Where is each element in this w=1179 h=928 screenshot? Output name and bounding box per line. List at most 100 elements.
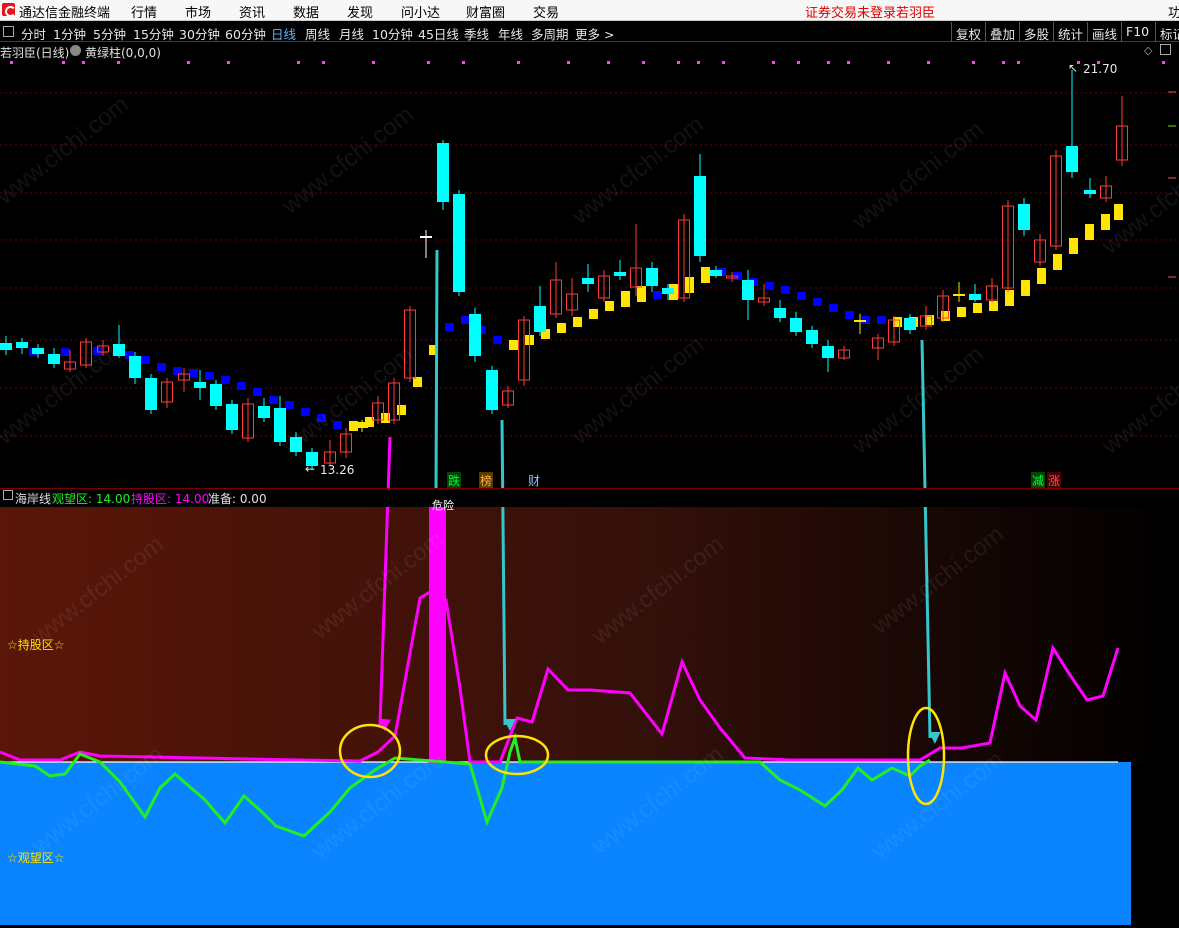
ma-bar xyxy=(205,372,214,380)
signal-dot xyxy=(427,61,430,64)
candle-body xyxy=(210,384,222,406)
candle-body xyxy=(1084,190,1096,194)
candle-body xyxy=(0,343,12,350)
ma-bar xyxy=(1114,204,1123,220)
candle-body xyxy=(694,176,706,256)
low-marker-arrow-icon: ← xyxy=(305,462,316,476)
ma-bar xyxy=(237,382,246,390)
candle-body xyxy=(774,308,786,318)
ma-bar xyxy=(1021,280,1030,296)
indicator-label[interactable]: 黄绿柱(0,0,0) xyxy=(85,44,161,61)
candle-body xyxy=(194,382,206,388)
svg-text:www.cfchi.com: www.cfchi.com xyxy=(846,116,988,236)
indicator-name[interactable]: 海岸线 xyxy=(15,490,51,507)
candle-body xyxy=(1066,146,1078,172)
candle-body xyxy=(32,348,44,354)
event-tag-fall[interactable]: 跌 xyxy=(447,472,462,489)
svg-text:www.cfchi.com: www.cfchi.com xyxy=(566,331,708,451)
ma-bar xyxy=(845,311,854,319)
moving-average-bars xyxy=(29,204,1123,431)
signal-dot xyxy=(1002,61,1005,64)
ma-bar xyxy=(621,291,630,307)
danger-label: 危险 xyxy=(432,499,454,512)
candle-body xyxy=(16,342,28,348)
ma-bar xyxy=(285,401,294,409)
candle-body xyxy=(582,278,594,284)
signal-dot xyxy=(462,61,465,64)
signal-dot xyxy=(187,61,190,64)
ma-bar xyxy=(61,348,70,356)
signal-dot xyxy=(82,61,85,64)
signal-dot xyxy=(567,61,570,64)
event-tag-reduce[interactable]: 减 xyxy=(1031,472,1046,489)
candle-body xyxy=(710,270,722,276)
signal-dot xyxy=(772,61,775,64)
signal-dot xyxy=(677,61,680,64)
signal-dot xyxy=(827,61,830,64)
ma-bar xyxy=(557,323,566,333)
ma-bar xyxy=(1069,238,1078,254)
signal-dot xyxy=(847,61,850,64)
panel-toggle-icon[interactable] xyxy=(1160,44,1171,55)
ma-bar xyxy=(781,286,790,294)
svg-text:www.cfchi.com: www.cfchi.com xyxy=(1096,141,1179,261)
signal-dot xyxy=(1162,61,1165,64)
indicator-panel-icon[interactable] xyxy=(3,490,13,500)
svg-text:www.cfchi.com: www.cfchi.com xyxy=(0,91,134,211)
high-price-label: 21.70 xyxy=(1083,62,1118,76)
trading-terminal-window: 通达信金融终端 行情 市场 资讯 数据 发现 问小达 财富圈 交易 证券交易未登… xyxy=(0,0,1179,928)
ma-bar xyxy=(829,304,838,312)
svg-text:www.cfchi.com: www.cfchi.com xyxy=(566,111,708,231)
diamond-icon[interactable]: ◇ xyxy=(1144,44,1152,57)
ma-bar xyxy=(701,267,710,283)
svg-text:www.cfchi.com: www.cfchi.com xyxy=(276,341,418,461)
candle-body xyxy=(469,314,481,356)
ma-bar xyxy=(637,286,646,302)
signal-dots xyxy=(10,61,1165,64)
ma-bar xyxy=(989,301,998,311)
ma-bar xyxy=(877,316,886,324)
high-marker-arrow-icon: ↖ xyxy=(1068,61,1079,75)
ma-bar xyxy=(589,309,598,319)
event-tag-rise[interactable]: 涨 xyxy=(1047,472,1062,489)
ma-bar xyxy=(573,317,582,327)
stock-period-label[interactable]: 若羽臣(日线) xyxy=(0,44,69,61)
signal-dot xyxy=(1017,61,1020,64)
candle-body xyxy=(854,320,866,322)
candle-body xyxy=(356,422,368,428)
candle-body xyxy=(48,354,60,364)
signal-dot xyxy=(62,61,65,64)
signal-dot xyxy=(517,61,520,64)
indicator-toggle-icon[interactable] xyxy=(70,45,81,56)
signal-dot xyxy=(697,61,700,64)
watch-value: 观望区: 14.00 xyxy=(52,492,131,506)
ma-bar xyxy=(1005,290,1014,306)
candle-body xyxy=(953,294,965,296)
ma-bar xyxy=(1037,268,1046,284)
candle-body xyxy=(486,370,498,410)
ma-bar xyxy=(157,363,166,371)
ma-bar xyxy=(973,303,982,313)
candle-body xyxy=(806,330,818,344)
candle-body xyxy=(969,294,981,300)
candle-body xyxy=(614,272,626,276)
candle-body xyxy=(145,378,157,410)
signal-dot xyxy=(10,61,13,64)
watch-zone-label: ☆观望区☆ xyxy=(7,851,65,865)
ma-bar xyxy=(1053,254,1062,270)
signal-dot xyxy=(322,61,325,64)
ready-value: 准备: 0.00 xyxy=(208,492,267,506)
candle-body xyxy=(790,318,802,332)
event-tag-list[interactable]: 榜 xyxy=(479,472,494,489)
ma-bar xyxy=(397,405,406,415)
chart-canvas[interactable]: www.cfchi.com www.cfchi.com www.cfchi.co… xyxy=(0,0,1179,928)
event-tag-finance[interactable]: 财 xyxy=(527,472,541,489)
ma-bar xyxy=(509,340,518,350)
candle-body xyxy=(646,268,658,286)
candle-body xyxy=(1018,204,1030,230)
signal-dot xyxy=(927,61,930,64)
candle-body xyxy=(258,406,270,418)
svg-text:www.cfchi.com: www.cfchi.com xyxy=(276,101,418,221)
ma-bar xyxy=(1085,224,1094,240)
candle-body xyxy=(534,306,546,332)
